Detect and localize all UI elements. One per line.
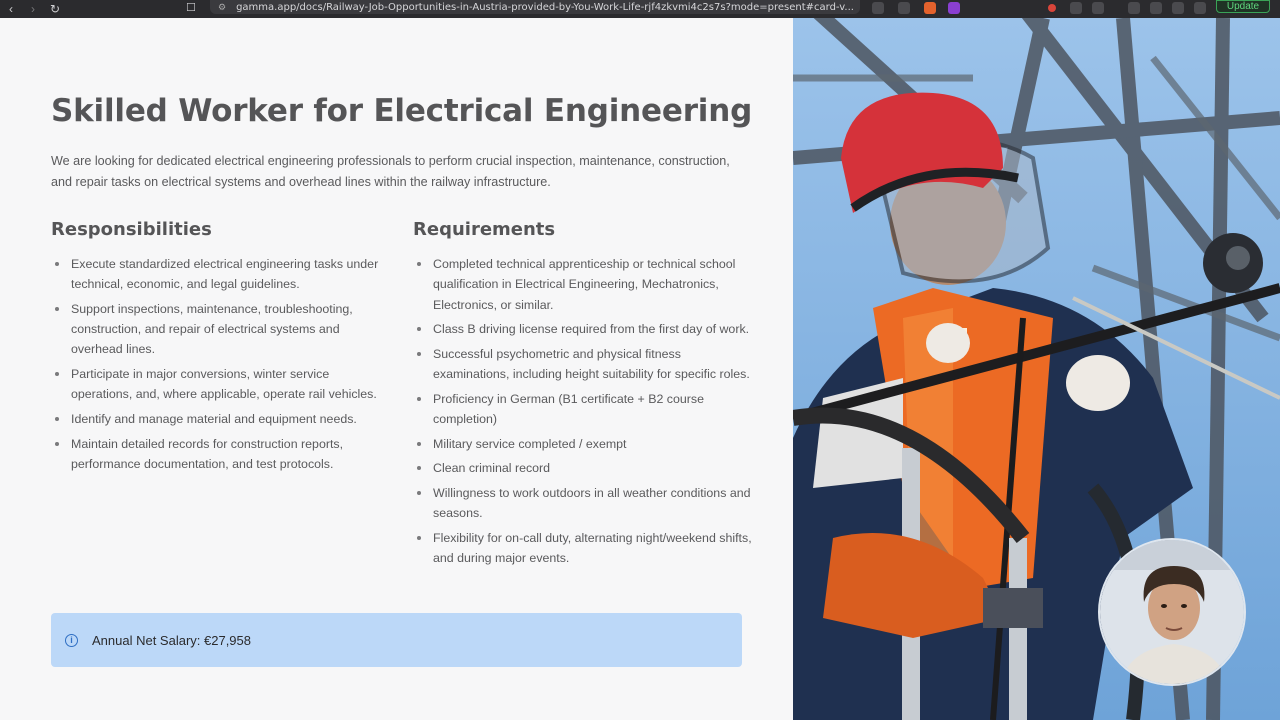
brave-shield-icon[interactable]: [924, 2, 936, 14]
list-item: Willingness to work outdoors in all weat…: [413, 483, 753, 524]
list-item: Military service completed / exempt: [413, 434, 753, 454]
list-item: Maintain detailed records for constructi…: [51, 434, 381, 475]
leo-icon[interactable]: [1172, 2, 1184, 14]
wallet-icon[interactable]: [1092, 2, 1104, 14]
list-item: Completed technical apprenticeship or te…: [413, 254, 753, 315]
site-settings-icon[interactable]: ⚙: [218, 2, 226, 13]
slide-intro: We are looking for dedicated electrical …: [51, 154, 730, 189]
requirements-list: Completed technical apprenticeship or te…: [413, 254, 753, 568]
screenshot-icon[interactable]: [872, 2, 884, 14]
list-item: Support inspections, maintenance, troubl…: [51, 299, 381, 360]
reload-icon[interactable]: ↻: [44, 0, 66, 18]
update-button[interactable]: Update: [1216, 0, 1270, 13]
list-item: Class B driving license required from th…: [413, 319, 753, 339]
forward-icon[interactable]: ›: [22, 0, 44, 18]
requirements-heading: Requirements: [413, 219, 556, 240]
rewards-icon[interactable]: [948, 2, 960, 14]
address-bar[interactable]: ⚙ gamma.app/docs/Railway-Job-Opportuniti…: [210, 0, 860, 14]
requirements-column: Requirements Completed technical apprent…: [413, 219, 753, 573]
list-item: Execute standardized electrical engineer…: [51, 254, 381, 295]
tab-icon[interactable]: [1150, 2, 1162, 14]
info-icon: i: [65, 633, 78, 647]
list-item: Successful psychometric and physical fit…: [413, 344, 753, 385]
salary-callout: i Annual Net Salary: €27,958: [51, 613, 742, 667]
responsibilities-list: Execute standardized electrical engineer…: [51, 254, 381, 474]
slide-title: Skilled Worker for Electrical Engineerin…: [51, 93, 753, 129]
responsibilities-heading: Responsibilities: [51, 219, 212, 240]
browser-toolbar: ‹ › ↻ ☐ ⚙ gamma.app/docs/Railway-Job-Opp…: [0, 0, 1280, 18]
extensions-icon[interactable]: [1070, 2, 1082, 14]
responsibilities-column: Responsibilities Execute standardized el…: [51, 219, 381, 478]
url-text[interactable]: gamma.app/docs/Railway-Job-Opportunities…: [236, 2, 854, 13]
share-icon[interactable]: [898, 2, 910, 14]
record-icon[interactable]: [1048, 4, 1056, 12]
presenter-webcam: [1098, 538, 1246, 686]
list-item: Proficiency in German (B1 certificate + …: [413, 389, 753, 430]
vpn-icon[interactable]: [1194, 2, 1206, 14]
salary-text: Annual Net Salary: €27,958: [92, 632, 251, 648]
list-item: Participate in major conversions, winter…: [51, 364, 381, 405]
list-item: Flexibility for on-call duty, alternatin…: [413, 528, 753, 569]
sidebar-icon[interactable]: [1128, 2, 1140, 14]
list-item: Clean criminal record: [413, 458, 753, 478]
presenter-face: [1100, 540, 1244, 684]
bookmark-icon[interactable]: ☐: [186, 1, 196, 14]
list-item: Identify and manage material and equipme…: [51, 409, 381, 429]
back-icon[interactable]: ‹: [0, 0, 22, 18]
